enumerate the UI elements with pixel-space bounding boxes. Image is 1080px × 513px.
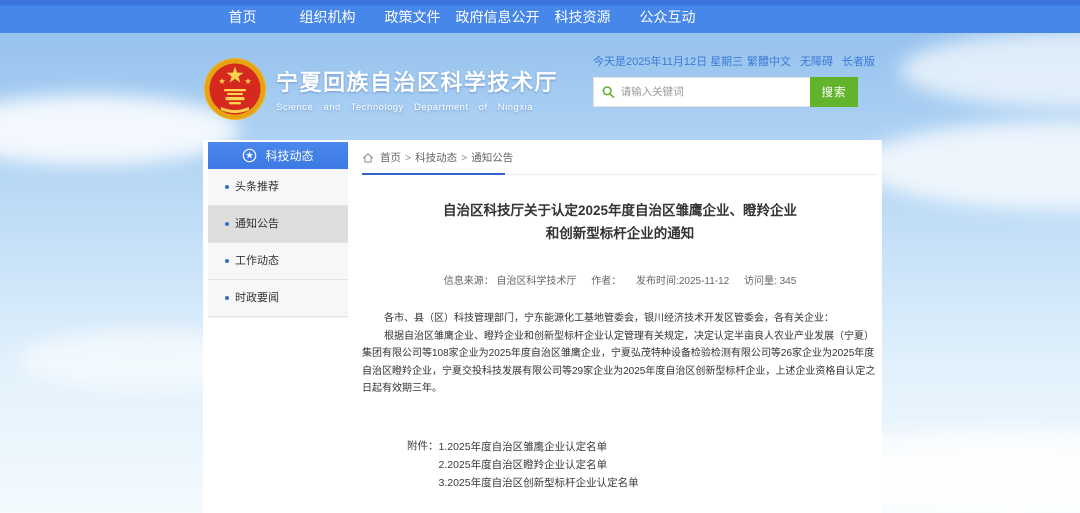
article-body: 各市、县（区）科技管理部门，宁东能源化工基地管委会，银川经济技术开发区管委会，各… [362,310,878,398]
sidebar-item-notices[interactable]: 通知公告 [208,206,348,243]
breadcrumb-category[interactable]: 科技动态 [415,150,457,165]
nav-item-policy[interactable]: 政策文件 [370,0,455,33]
search-input[interactable] [621,86,802,98]
breadcrumb-accent-line [362,173,505,175]
top-navigation: 首页 组织机构 政策文件 政府信息公开 科技资源 公众互动 [0,0,1080,33]
site-subtitle: Science and Technology Department of Nin… [276,102,558,113]
nav-item-home[interactable]: 首页 [200,0,285,33]
article-title: 自治区科技厅关于认定2025年度自治区雏鹰企业、瞪羚企业 和创新型标杆企业的通知 [362,199,878,245]
link-traditional-chinese[interactable]: 繁體中文 [747,53,791,69]
search-box [593,77,810,107]
attachment-link[interactable]: 1.2025年度自治区雏鹰企业认定名单 [439,438,639,456]
site-logo-link[interactable]: 宁夏回族自治区科学技术厅 Science and Technology Depa… [203,57,558,121]
link-elder-version[interactable]: 长者版 [842,53,875,69]
content-panel: 科技动态 头条推荐 通知公告 工作动态 时政要闻 [203,140,882,513]
masthead: 宁夏回族自治区科学技术厅 Science and Technology Depa… [0,33,1080,140]
nav-item-organization[interactable]: 组织机构 [285,0,370,33]
article-meta: 信息来源： 自治区科学技术厅 作者： 发布时间:2025-11-12 访问量: … [362,272,878,287]
sidebar-header: 科技动态 [208,142,348,169]
search-button[interactable]: 搜索 [810,77,858,107]
sidebar-item-political-news[interactable]: 时政要闻 [208,280,348,317]
nav-item-gov-info[interactable]: 政府信息公开 [455,0,540,33]
breadcrumb-home[interactable]: 首页 [380,150,401,165]
bullet-icon [225,259,229,263]
bullet-icon [225,222,229,226]
sidebar: 科技动态 头条推荐 通知公告 工作动态 时政要闻 [208,142,348,318]
bullet-icon [225,296,229,300]
breadcrumb: 首页 > 科技动态 > 通知公告 [362,140,878,175]
meta-publish-time: 发布时间:2025-11-12 [636,276,729,287]
national-emblem-icon [203,57,267,121]
attachments-label: 附件： [407,438,439,492]
attachments-section: 附件： 1.2025年度自治区雏鹰企业认定名单 2.2025年度自治区瞪羚企业认… [407,438,878,492]
attachment-link[interactable]: 2.2025年度自治区瞪羚企业认定名单 [439,456,639,474]
search-icon [602,85,615,99]
meta-source: 信息来源： 自治区科学技术厅 [444,276,577,287]
star-circle-icon [242,148,257,163]
sidebar-item-headlines[interactable]: 头条推荐 [208,169,348,206]
header-utilities: 今天是2025年11月12日 星期三 繁體中文 无障碍 长者版 搜索 [593,53,875,107]
sidebar-title: 科技动态 [265,147,313,164]
article-paragraph: 根据自治区雏鹰企业、瞪羚企业和创新型标杆企业认定管理有关规定，决定认定半亩良人农… [362,328,878,398]
home-icon [362,152,374,164]
breadcrumb-current[interactable]: 通知公告 [471,150,513,165]
meta-views: 访问量: 345 [744,276,796,287]
meta-author: 作者： [591,276,621,287]
main-content: 首页 > 科技动态 > 通知公告 自治区科技厅关于认定2025年度自治区雏鹰企业… [362,140,878,492]
site-title: 宁夏回族自治区科学技术厅 [276,65,558,97]
current-date: 今天是2025年11月12日 星期三 [593,53,743,69]
link-accessibility[interactable]: 无障碍 [800,53,833,69]
article-paragraph: 各市、县（区）科技管理部门，宁东能源化工基地管委会，银川经济技术开发区管委会，各… [362,310,878,328]
sidebar-item-work-updates[interactable]: 工作动态 [208,243,348,280]
bullet-icon [225,185,229,189]
attachment-link[interactable]: 3.2025年度自治区创新型标杆企业认定名单 [439,474,639,492]
nav-item-resources[interactable]: 科技资源 [540,0,625,33]
nav-item-interaction[interactable]: 公众互动 [625,0,710,33]
